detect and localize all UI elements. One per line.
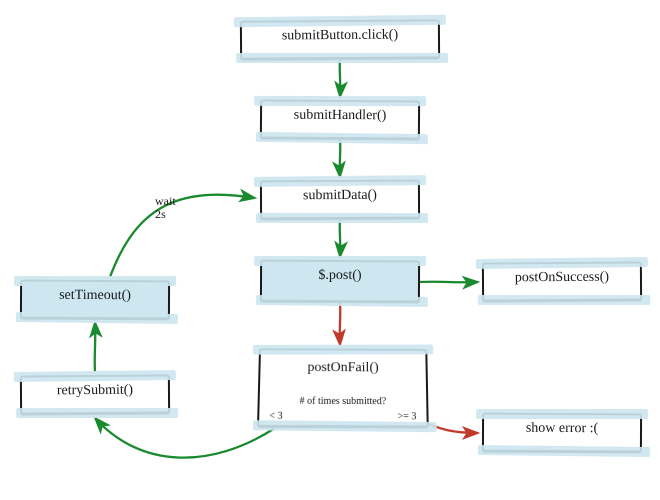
edge-post-fail xyxy=(340,303,341,345)
node-fail-branch-lt: < 3 xyxy=(269,411,282,422)
edge-timeout-data xyxy=(110,195,255,277)
node-fail-label: postOnFail() xyxy=(307,360,378,376)
node-post: $.post() xyxy=(260,260,420,304)
node-post-label: $.post() xyxy=(318,268,361,284)
node-data-label: submitData() xyxy=(303,188,377,204)
node-fail-subtitle: # of times submitted? xyxy=(260,396,427,408)
node-data: submitData() xyxy=(260,180,420,221)
node-success: postOnSuccess() xyxy=(482,261,642,302)
edge-handler-data xyxy=(340,140,341,177)
node-error: show error :( xyxy=(482,413,642,454)
node-timeout-label: setTimeout() xyxy=(59,288,131,304)
edge-click-handler xyxy=(340,60,341,97)
node-retry: retrySubmit() xyxy=(20,374,170,415)
node-handler-label: submitHandler() xyxy=(294,108,387,125)
node-fail-branch-gte: >= 3 xyxy=(397,411,416,422)
edge-retry-timeout xyxy=(95,322,96,372)
edge-fail-retry xyxy=(95,418,275,458)
edge-data-post xyxy=(340,220,341,257)
node-click-label: submitButton.click() xyxy=(282,28,398,45)
node-error-label: show error :( xyxy=(526,421,598,437)
node-handler: submitHandler() xyxy=(260,99,420,140)
node-timeout: setTimeout() xyxy=(20,280,170,321)
edge-post-success xyxy=(420,282,478,283)
node-click: submitButton.click() xyxy=(240,19,440,60)
node-success-label: postOnSuccess() xyxy=(515,270,609,287)
node-fail: postOnFail() # of times submitted? < 3 >… xyxy=(257,348,429,428)
node-retry-label: retrySubmit() xyxy=(57,383,133,400)
edge-label-wait: wait 2s xyxy=(155,195,176,221)
